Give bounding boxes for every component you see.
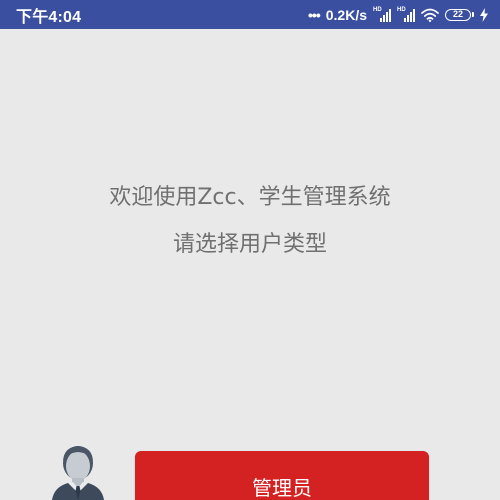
charging-bolt-icon	[480, 7, 488, 22]
select-user-type-prompt: 请选择用户类型	[172, 232, 327, 257]
status-icons: ••• 0.2K/s HD HD 22	[308, 7, 488, 23]
signal-icon: HD	[373, 7, 391, 22]
signal-icon: HD	[397, 7, 415, 22]
more-dots-icon: •••	[308, 6, 321, 23]
welcome-text: 欢迎使用Zcc、学生管理系统	[109, 185, 391, 210]
wifi-icon	[421, 8, 439, 22]
battery-level: 22	[445, 8, 471, 21]
network-speed: 0.2K/s	[325, 6, 367, 23]
admin-avatar-icon[interactable]	[50, 441, 106, 500]
admin-button[interactable]: 管理员	[135, 451, 429, 500]
status-time: 下午4:04	[16, 8, 82, 26]
screen: 下午4:04 ••• 0.2K/s HD HD 22 欢迎使用Zcc、学生管理系…	[0, 0, 500, 500]
status-bar: 下午4:04 ••• 0.2K/s HD HD 22	[0, 0, 500, 29]
battery-icon: 22	[445, 8, 474, 21]
